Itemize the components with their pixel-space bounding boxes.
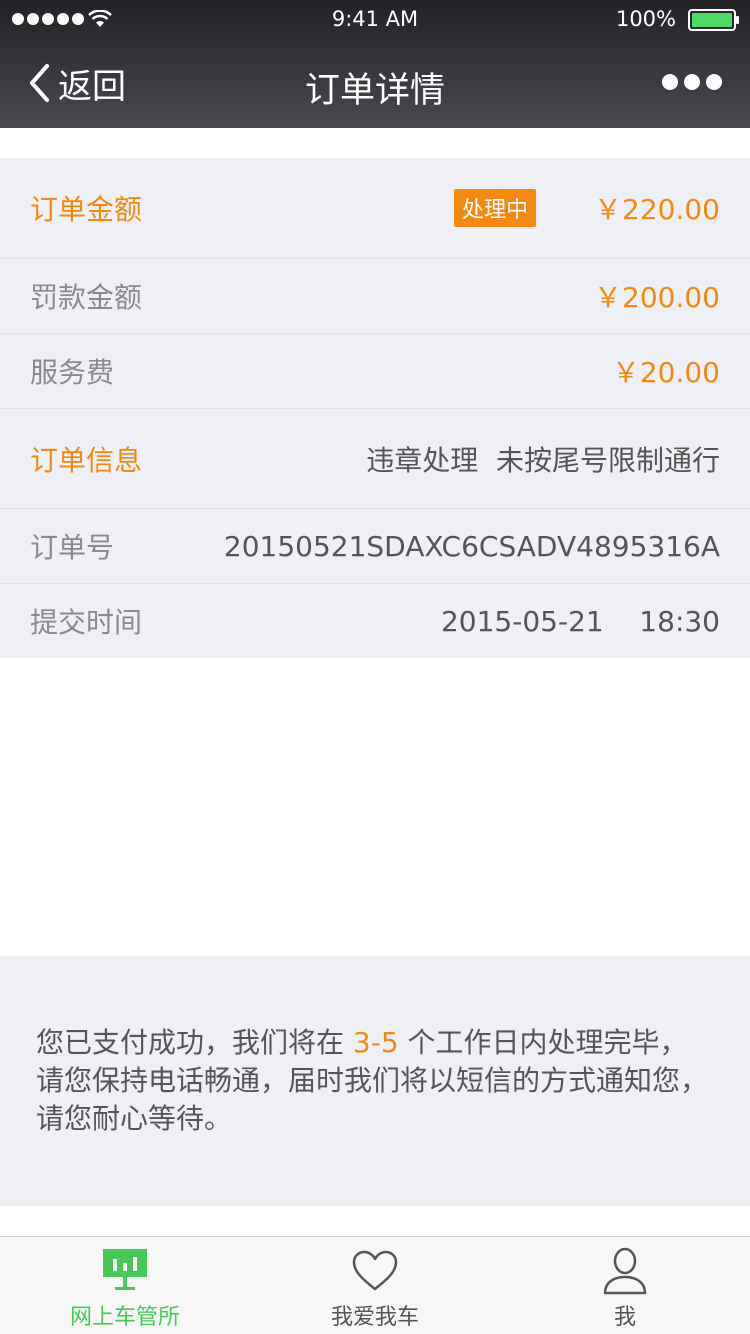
more-options-button[interactable] bbox=[662, 74, 722, 90]
service-fee-value: ￥20.00 bbox=[611, 356, 720, 389]
service-fee-label: 服务费 bbox=[30, 356, 115, 389]
fine-amount-value: ￥200.00 bbox=[594, 281, 720, 314]
status-badge: 处理中 bbox=[454, 189, 537, 227]
more-dot-icon bbox=[662, 74, 678, 90]
order-number-row: 订单号 20150521SDAXC6CSADV4895316A bbox=[0, 509, 750, 584]
tab-my-car[interactable]: 我爱我车 bbox=[250, 1237, 500, 1334]
page-title: 订单详情 bbox=[304, 71, 445, 111]
submit-time-row: 提交时间 2015-05-21 18:30 bbox=[0, 584, 750, 658]
order-info-row: 订单信息 违章处理 未按尾号限制通行 bbox=[0, 409, 750, 509]
status-bar: 9:41 AM 100% bbox=[0, 0, 750, 40]
fine-amount-label: 罚款金额 bbox=[30, 281, 143, 314]
order-amount-value: ￥220.00 bbox=[594, 193, 720, 226]
tab-me[interactable]: 我 bbox=[500, 1237, 750, 1334]
person-icon bbox=[603, 1247, 647, 1295]
tab-bar: 网上车管所 我爱我车 我 bbox=[0, 1236, 750, 1334]
chart-board-icon bbox=[103, 1249, 147, 1290]
service-fee-row: 服务费 ￥20.00 bbox=[0, 334, 750, 409]
submit-time-label: 提交时间 bbox=[30, 606, 143, 639]
nav-header: 9:41 AM 100% 返回 订单详情 bbox=[0, 0, 750, 128]
payment-notice: 您已支付成功，我们将在 3-5 个工作日内处理完毕，请您保持电话畅通，届时我们将… bbox=[0, 956, 750, 1206]
order-amount-row: 订单金额 处理中 ￥220.00 bbox=[0, 158, 750, 259]
heart-icon bbox=[352, 1250, 398, 1291]
order-amount-label: 订单金额 bbox=[30, 193, 143, 226]
order-number-label: 订单号 bbox=[30, 531, 115, 564]
order-number-value: 20150521SDAXC6CSADV4895316A bbox=[223, 529, 720, 563]
order-info-value: 违章处理 未按尾号限制通行 bbox=[366, 443, 720, 477]
notice-highlight: 3-5 bbox=[352, 1026, 399, 1059]
more-dot-icon bbox=[684, 74, 700, 90]
tab-label: 我爱我车 bbox=[330, 1305, 419, 1330]
tab-label: 网上车管所 bbox=[69, 1305, 180, 1330]
battery-icon bbox=[688, 9, 739, 31]
battery-percentage: 100% bbox=[615, 7, 676, 31]
tab-label: 我 bbox=[613, 1305, 636, 1330]
order-info-label: 订单信息 bbox=[30, 443, 143, 477]
tab-online-vehicle-office[interactable]: 网上车管所 bbox=[0, 1237, 250, 1334]
submit-time-value: 2015-05-21 18:30 bbox=[440, 604, 720, 638]
fine-amount-row: 罚款金额 ￥200.00 bbox=[0, 259, 750, 334]
notice-text-before: 您已支付成功，我们将在 bbox=[36, 1026, 353, 1059]
more-dot-icon bbox=[706, 74, 722, 90]
